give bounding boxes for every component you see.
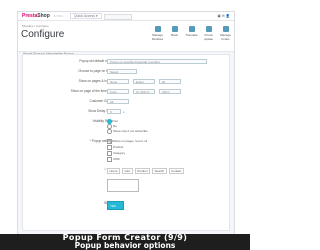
- manage-modules-button[interactable]: Manage Modules: [151, 26, 164, 41]
- radio-not-subscribed[interactable]: Show only if not subscribe: [107, 129, 148, 134]
- flag-icon: [188, 26, 195, 32]
- pages-select-3[interactable]: all: [159, 79, 181, 84]
- radio-yes[interactable]: Yes: [107, 119, 118, 124]
- checkbox: [107, 151, 112, 156]
- checkbox-show-on-pages[interactable]: Show on pages: [107, 139, 134, 144]
- checkbox: [107, 145, 112, 150]
- delay-input[interactable]: 0: [107, 109, 121, 114]
- field-label: Customer Group: [89, 99, 113, 103]
- radio-circle: [107, 119, 112, 124]
- time-to-input[interactable]: To (h/d/m): [133, 89, 155, 94]
- refresh-icon: [205, 26, 212, 32]
- caption-subtitle: Popup behavior options: [74, 241, 176, 250]
- checkbox: [107, 139, 112, 144]
- form-row: Status YES: [23, 201, 229, 210]
- prestashop-logo[interactable]: PrestaShop: [22, 13, 50, 19]
- check-update-button[interactable]: Check update: [202, 26, 215, 41]
- form-row: * Tags HomeCartProductSearchContact: [23, 168, 229, 174]
- field-label: Show on pages & hooks: [78, 79, 113, 83]
- checkbox-category[interactable]: Category: [107, 151, 125, 156]
- field-label: Status: [53, 201, 113, 205]
- anchor-icon: [222, 26, 229, 32]
- quick-access-dropdown[interactable]: Quick Access ▾: [70, 13, 102, 19]
- breadcrumb[interactable]: Modules / Configure: [22, 24, 49, 28]
- back-button[interactable]: Back: [168, 26, 181, 41]
- form-row: Visibility Rules Yes No Show only if not…: [23, 119, 229, 134]
- page-title: Configure: [21, 29, 65, 40]
- form-row: Show on page of the time rule From To (h…: [23, 89, 229, 95]
- toolbar: Manage Modules Back Translate Check upda…: [151, 26, 232, 41]
- back-icon: [171, 26, 178, 32]
- manage-hooks-button[interactable]: Manage hooks: [219, 26, 232, 41]
- customer-group-select[interactable]: All: [107, 99, 129, 104]
- form-row: * Popup settings Show on pages Select al…: [23, 139, 229, 162]
- top-icons[interactable]: ▣ ✉ 👤: [217, 14, 230, 18]
- field-label: Show on page of the time rule: [70, 89, 113, 93]
- search-input[interactable]: [104, 13, 132, 20]
- radio-circle: [107, 124, 112, 129]
- field-label: Choose to page on hook: [78, 69, 113, 73]
- time-from-input[interactable]: From: [107, 89, 129, 94]
- tags-list: Home Cart Product Search Contact: [107, 168, 186, 174]
- tag-chip[interactable]: Product: [134, 168, 151, 174]
- status-toggle[interactable]: YES: [107, 201, 124, 210]
- field-label: * Tags: [104, 168, 113, 172]
- field-label: * Popup settings: [89, 139, 113, 143]
- page-header: Modules / Configure Configure Manage Mod…: [18, 21, 234, 56]
- version-label: 1.7.6.x: [54, 14, 64, 18]
- app-window: PrestaShop 1.7.6.x Quick Access ▾ ▣ ✉ 👤 …: [17, 11, 235, 236]
- tag-chip[interactable]: Cart: [122, 168, 133, 174]
- field-label: Popup set default name: [79, 59, 113, 63]
- form-row: Show on pages & hooks None Entire all: [23, 79, 229, 85]
- radio-no[interactable]: No: [107, 124, 117, 129]
- pages-select-2[interactable]: Entire: [133, 79, 155, 84]
- radio-circle: [107, 129, 112, 134]
- hook-select[interactable]: Select: [107, 69, 137, 74]
- tag-chip[interactable]: Home: [107, 168, 121, 174]
- form-row: Customer Group All: [23, 99, 229, 105]
- popup-name-input[interactable]: Popup on specified page/ad reminder: [107, 59, 207, 64]
- caption-banner: Popup Form Creator (9/9) Popup behavior …: [0, 234, 250, 250]
- delay-unit: s: [123, 110, 125, 114]
- form-row: Show Delay Time 0 s: [23, 109, 229, 115]
- pages-select[interactable]: None: [107, 79, 129, 84]
- settings-form: Popup set default name Popup on specifie…: [22, 54, 230, 231]
- checkbox-cms[interactable]: CMS: [107, 157, 120, 162]
- top-bar: PrestaShop 1.7.6.x Quick Access ▾ ▣ ✉ 👤: [18, 12, 234, 21]
- translate-button[interactable]: Translate: [185, 26, 198, 41]
- checkbox: [107, 157, 112, 162]
- form-row: Choose to page on hook Select: [23, 69, 229, 75]
- field-label: Show Delay Time: [88, 109, 113, 113]
- time-unit-select[interactable]: h/d/m: [159, 89, 181, 94]
- checkbox-product[interactable]: Product: [107, 145, 123, 150]
- tag-chip[interactable]: Search: [152, 168, 167, 174]
- modules-icon: [154, 26, 161, 32]
- tag-chip[interactable]: Contact: [168, 168, 184, 174]
- field-label: Visibility Rules: [92, 119, 114, 123]
- select-all-link[interactable]: Select all: [135, 139, 147, 143]
- form-row: Popup set default name Popup on specifie…: [23, 59, 229, 65]
- color-preview-box[interactable]: [107, 179, 139, 192]
